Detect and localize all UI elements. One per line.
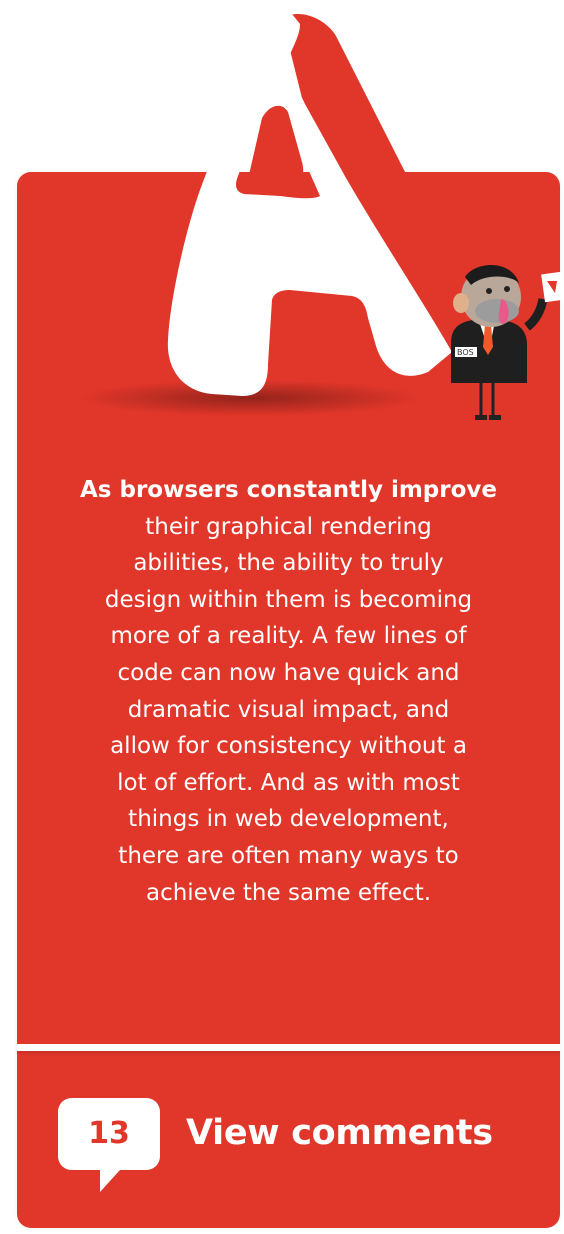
- intro-line: code can now have quick and: [117, 659, 460, 686]
- intro-line: their graphical rendering: [145, 513, 432, 540]
- intro-line: dramatic visual impact, and: [127, 696, 450, 723]
- intro-line: achieve the same effect.: [145, 879, 432, 906]
- intro-line: more of a reality. A few lines of: [110, 623, 467, 650]
- mascot-boss-illustration-icon: BOS: [451, 264, 564, 420]
- intro-line: design within them is becoming: [104, 586, 473, 613]
- intro-line: allow for consistency without a: [110, 733, 467, 760]
- mascot-badge-text: BOS: [457, 348, 474, 357]
- intro-line: abilities, the ability to truly: [133, 550, 444, 577]
- view-comments-label: View comments: [186, 1113, 493, 1153]
- intro-line: lot of effort. And as with most: [117, 769, 460, 796]
- card-divider: [17, 1044, 560, 1051]
- intro-line: there are often many ways to: [118, 842, 459, 869]
- article-intro: As browsers constantly improve their gra…: [17, 472, 560, 911]
- comment-count: 13: [88, 1116, 130, 1151]
- intro-line: things in web development,: [128, 806, 449, 833]
- view-comments-link[interactable]: 13 View comments: [58, 1098, 493, 1198]
- intro-bold-lead: As browsers constantly improve: [80, 477, 497, 503]
- comment-bubble-icon: 13: [58, 1098, 160, 1192]
- card-divider-shadow: [17, 1051, 560, 1056]
